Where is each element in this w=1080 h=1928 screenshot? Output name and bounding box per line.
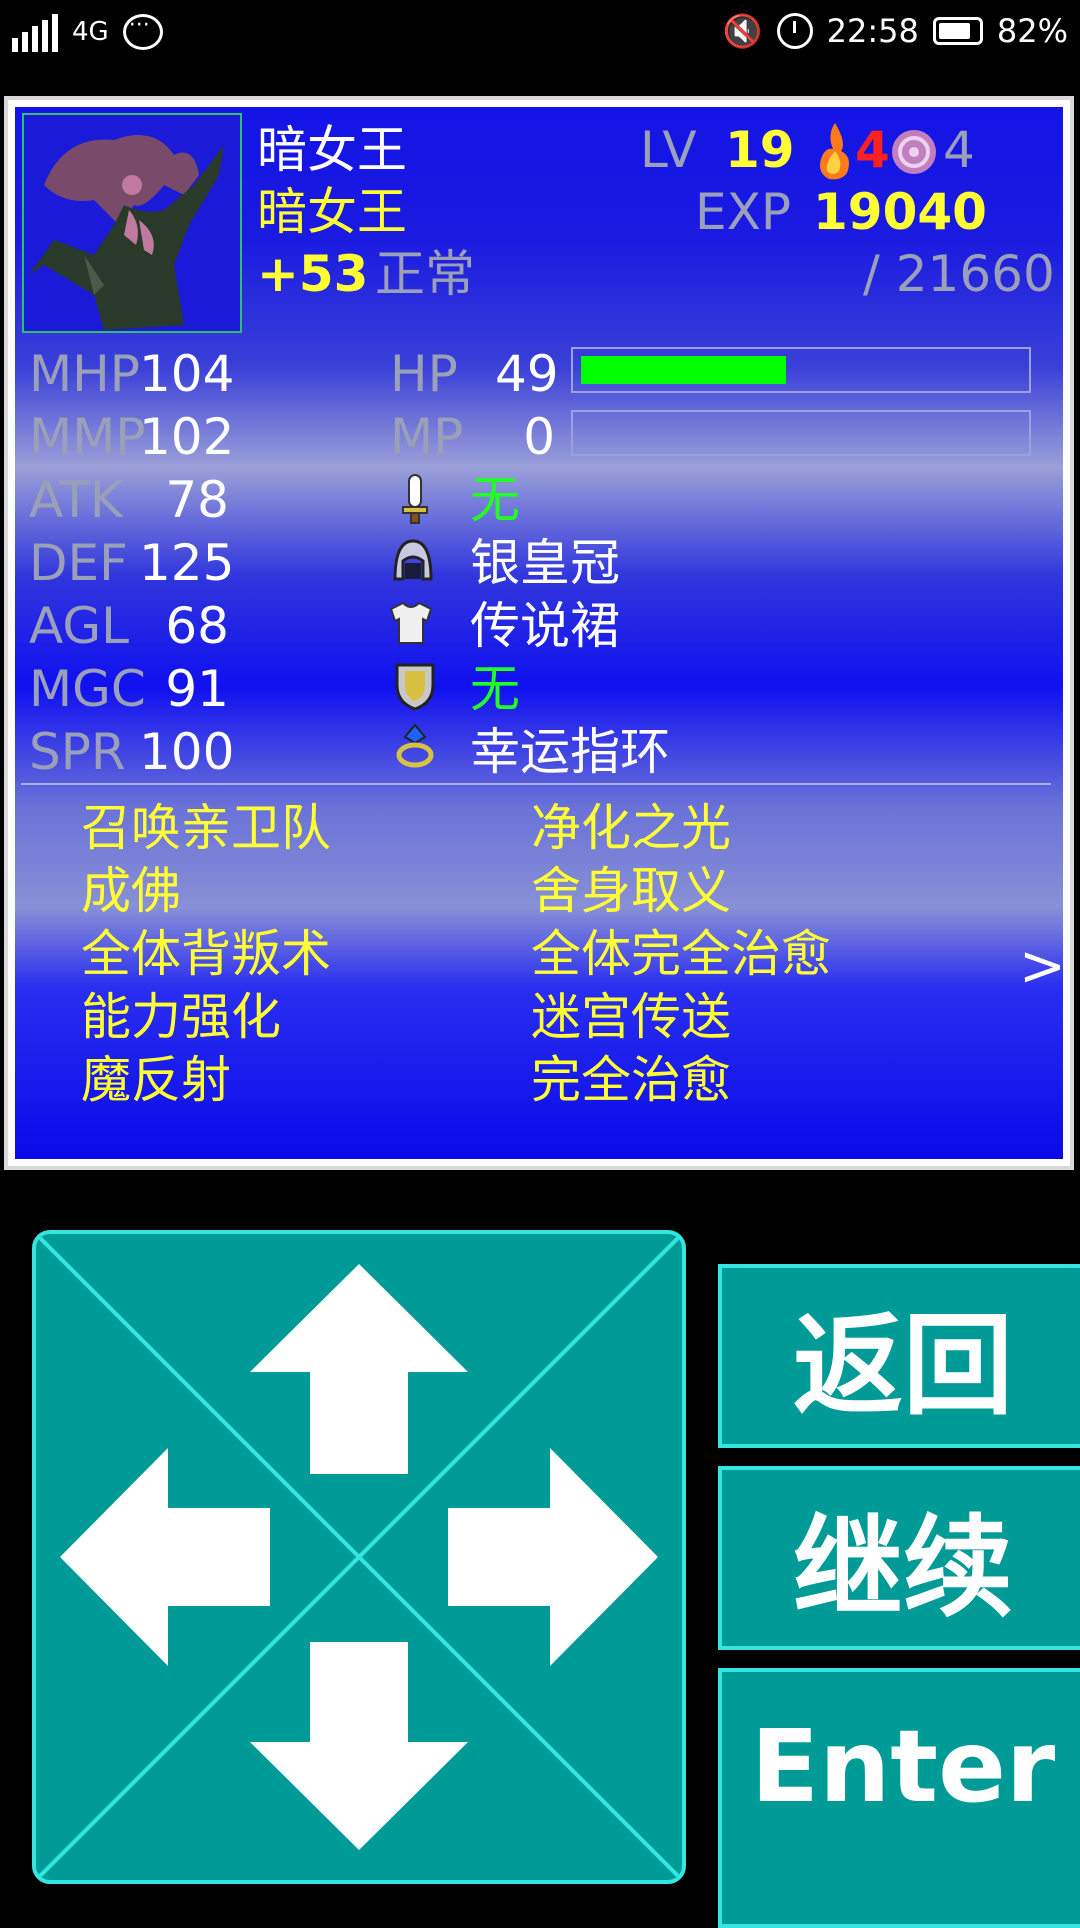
exp-label: EXP bbox=[695, 183, 791, 241]
battery-icon bbox=[932, 17, 983, 45]
skill-item[interactable]: 完全治愈 bbox=[531, 1055, 731, 1105]
stat-label-atk: ATK bbox=[29, 471, 123, 529]
equipment-name[interactable]: 银皇冠 bbox=[470, 538, 620, 588]
hp-bar-fill bbox=[581, 356, 786, 384]
stat-label-mhp: MHP bbox=[29, 345, 140, 403]
skill-item[interactable]: 全体完全治愈 bbox=[531, 929, 831, 979]
battery-percent: 82% bbox=[996, 12, 1068, 50]
hp-label: HP bbox=[390, 345, 458, 403]
dpad-left-button[interactable] bbox=[36, 1434, 286, 1680]
ring-icon bbox=[396, 723, 434, 768]
stat-value-agl: 68 bbox=[165, 597, 229, 655]
stat-label-spr: SPR bbox=[29, 723, 126, 781]
exp-value: 19040 bbox=[813, 183, 987, 241]
orb-count: 4 bbox=[943, 121, 975, 179]
character-name: 暗女王 bbox=[257, 121, 407, 179]
hp-value: 49 bbox=[495, 345, 559, 403]
level-label: LV bbox=[640, 121, 697, 179]
stat-label-mmp: MMP bbox=[29, 408, 146, 466]
stat-value-mhp: 104 bbox=[139, 345, 235, 403]
stat-label-mgc: MGC bbox=[29, 660, 146, 718]
continue-button[interactable]: 继续 bbox=[718, 1466, 1080, 1650]
skill-item[interactable]: 净化之光 bbox=[531, 803, 731, 853]
orb-icon bbox=[889, 127, 939, 177]
stat-label-agl: AGL bbox=[29, 597, 129, 655]
stat-value-atk: 78 bbox=[165, 471, 229, 529]
chat-icon bbox=[122, 13, 163, 50]
character-bonus: +53 bbox=[257, 245, 369, 303]
skill-item[interactable]: 魔反射 bbox=[81, 1055, 231, 1105]
equipment-name[interactable]: 无 bbox=[470, 664, 520, 714]
equipment-name[interactable]: 无 bbox=[470, 475, 520, 525]
back-button[interactable]: 返回 bbox=[718, 1264, 1080, 1448]
enter-button[interactable]: Enter bbox=[718, 1668, 1080, 1928]
character-class: 暗女王 bbox=[257, 183, 407, 241]
mp-label: MP bbox=[390, 408, 464, 466]
fire-count: 4 bbox=[855, 121, 890, 179]
armor-icon bbox=[389, 601, 433, 644]
character-status-panel: 暗女王 暗女王 +53 正常 LV 19 4 4 EXP 19040 / 216… bbox=[12, 104, 1066, 1162]
dpad bbox=[32, 1230, 686, 1884]
skill-item[interactable]: 全体背叛术 bbox=[81, 929, 331, 979]
signal-icon bbox=[12, 12, 58, 52]
mute-icon: 🔇 bbox=[722, 12, 763, 50]
alarm-icon bbox=[776, 13, 813, 49]
shield-icon bbox=[395, 663, 435, 711]
skill-item[interactable]: 迷宫传送 bbox=[531, 992, 731, 1042]
stat-value-spr: 100 bbox=[139, 723, 235, 781]
stat-label-def: DEF bbox=[29, 534, 128, 592]
exp-next: / 21660 bbox=[863, 245, 1055, 303]
equipment-name[interactable]: 传说裙 bbox=[470, 601, 620, 651]
clock: 22:58 bbox=[826, 12, 919, 50]
fire-icon bbox=[815, 121, 855, 181]
dpad-right-button[interactable] bbox=[432, 1434, 682, 1680]
game-window: 暗女王 暗女王 +53 正常 LV 19 4 4 EXP 19040 / 216… bbox=[4, 96, 1074, 1170]
stat-value-mgc: 91 bbox=[165, 660, 229, 718]
section-divider bbox=[21, 783, 1051, 785]
skill-item[interactable]: 召唤亲卫队 bbox=[81, 803, 331, 853]
network-type: 4G bbox=[72, 17, 109, 47]
hp-bar bbox=[571, 347, 1031, 393]
stat-value-def: 125 bbox=[139, 534, 235, 592]
character-portrait bbox=[22, 113, 242, 333]
skill-item[interactable]: 舍身取义 bbox=[531, 866, 731, 916]
mp-value: 0 bbox=[523, 408, 555, 466]
next-page-chevron-icon[interactable]: > bbox=[1019, 939, 1066, 995]
skill-item[interactable]: 能力强化 bbox=[81, 992, 281, 1042]
level-value: 19 bbox=[725, 121, 795, 179]
status-bar: 4G 🔇 22:58 82% bbox=[0, 0, 1080, 75]
mp-bar bbox=[571, 410, 1031, 456]
sword-icon bbox=[402, 474, 428, 524]
stat-value-mmp: 102 bbox=[139, 408, 235, 466]
skill-item[interactable]: 成佛 bbox=[81, 866, 181, 916]
equipment-name[interactable]: 幸运指环 bbox=[470, 727, 670, 777]
character-condition: 正常 bbox=[375, 245, 475, 303]
helmet-icon bbox=[393, 539, 433, 581]
